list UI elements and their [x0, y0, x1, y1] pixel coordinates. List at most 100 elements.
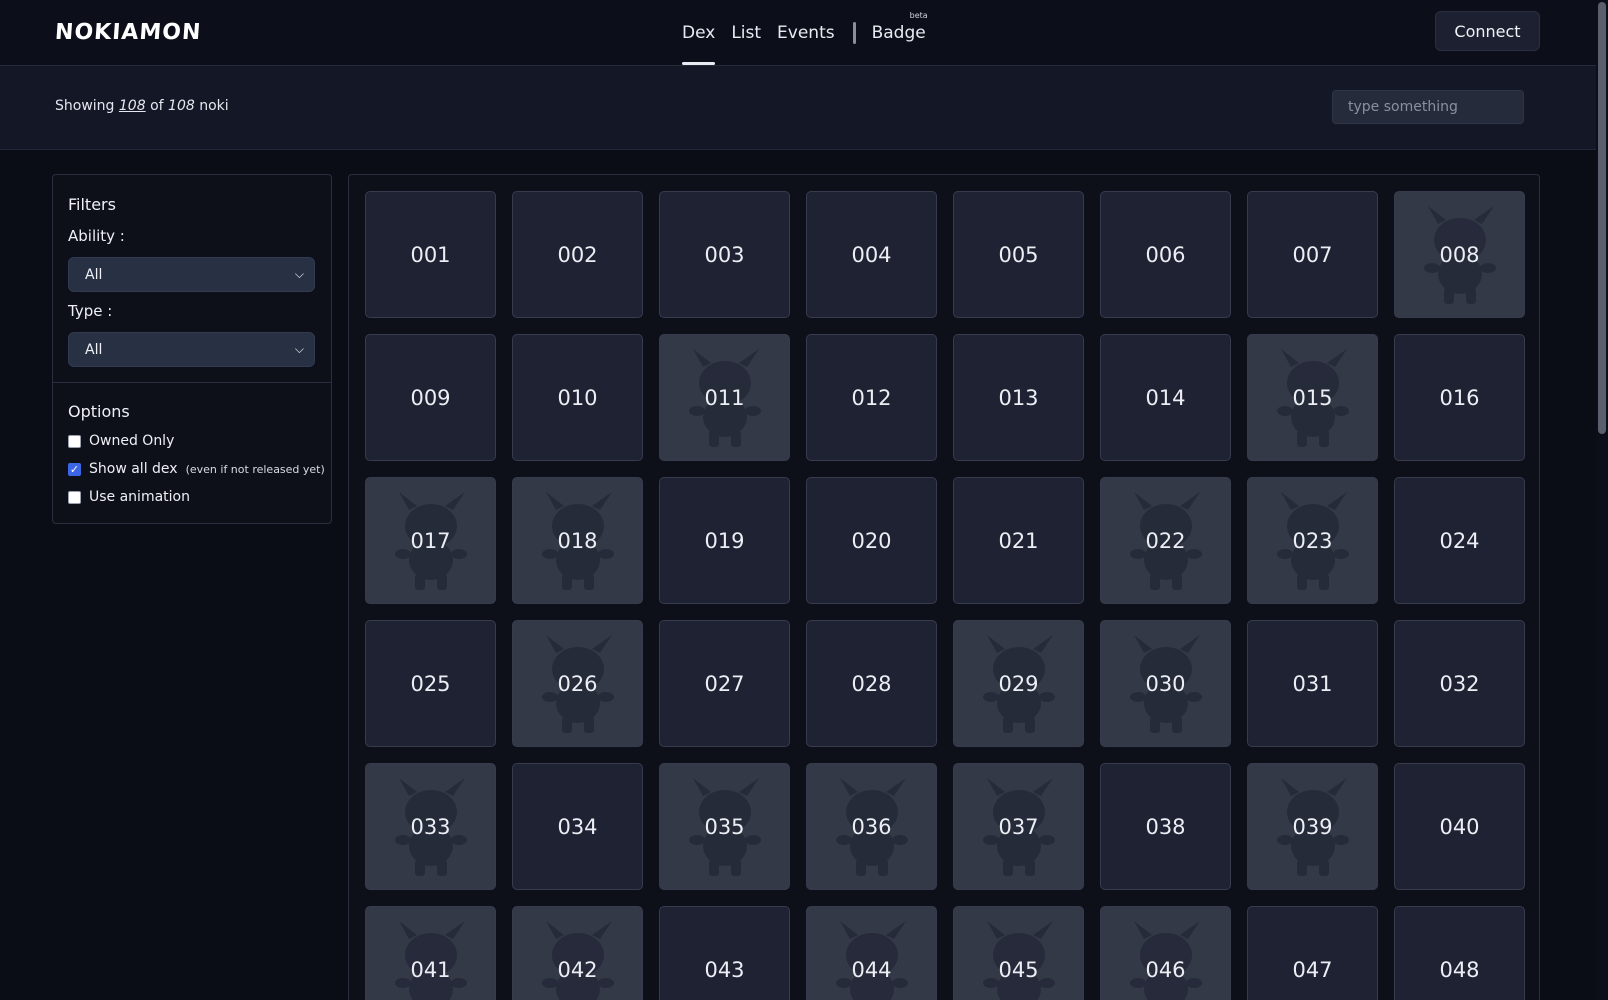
- type-label: Type :: [68, 302, 113, 320]
- dex-card[interactable]: 010: [512, 334, 643, 461]
- connect-button[interactable]: Connect: [1435, 11, 1540, 51]
- dex-card-number: 041: [410, 957, 451, 982]
- dex-card[interactable]: 019: [659, 477, 790, 604]
- dex-card[interactable]: 035: [659, 763, 790, 890]
- option-owned-only[interactable]: Owned Only: [68, 433, 174, 449]
- filters-title: Filters: [68, 195, 116, 214]
- dex-card-number: 030: [1145, 671, 1186, 696]
- dex-card[interactable]: 022: [1100, 477, 1231, 604]
- nav-badge[interactable]: Badge beta: [871, 0, 928, 66]
- use-animation-checkbox[interactable]: [68, 490, 81, 504]
- dex-card[interactable]: 040: [1394, 763, 1525, 890]
- results-count: Showing 108 of 108 noki: [55, 98, 229, 114]
- dex-card[interactable]: 006: [1100, 191, 1231, 318]
- beta-tag: beta: [909, 11, 928, 20]
- dex-card[interactable]: 029: [953, 620, 1084, 747]
- dex-card[interactable]: 047: [1247, 906, 1378, 1000]
- dex-card[interactable]: 009: [365, 334, 496, 461]
- ability-select[interactable]: All ⌵: [68, 257, 315, 292]
- of-word: of: [150, 98, 164, 114]
- dex-card-number: 005: [998, 242, 1039, 267]
- dex-card-number: 008: [1439, 242, 1480, 267]
- dex-card[interactable]: 015: [1247, 334, 1378, 461]
- dex-card[interactable]: 046: [1100, 906, 1231, 1000]
- dex-card[interactable]: 031: [1247, 620, 1378, 747]
- dex-card[interactable]: 025: [365, 620, 496, 747]
- dex-card[interactable]: 030: [1100, 620, 1231, 747]
- results-bar: Showing 108 of 108 noki: [0, 66, 1596, 150]
- dex-card[interactable]: 044: [806, 906, 937, 1000]
- dex-grid-panel: 001 002 003 004 005 006 007 008 009 010 011 012 013 0…: [348, 174, 1540, 1000]
- dex-card-number: 032: [1439, 671, 1480, 696]
- option-show-all-dex[interactable]: Show all dex (even if not released yet): [68, 461, 325, 477]
- dex-card-number: 007: [1292, 242, 1333, 267]
- dex-card[interactable]: 045: [953, 906, 1084, 1000]
- page: NOKIAMON Dex List Events Badge beta Conn…: [0, 0, 1608, 1000]
- dex-card[interactable]: 033: [365, 763, 496, 890]
- dex-card[interactable]: 043: [659, 906, 790, 1000]
- dex-card[interactable]: 013: [953, 334, 1084, 461]
- page-scrollbar[interactable]: [1596, 0, 1608, 1000]
- dex-card[interactable]: 014: [1100, 334, 1231, 461]
- nav-badge-label: Badge: [871, 23, 926, 43]
- search-input[interactable]: [1332, 90, 1524, 124]
- dex-card[interactable]: 011: [659, 334, 790, 461]
- dex-card[interactable]: 039: [1247, 763, 1378, 890]
- dex-card-number: 048: [1439, 957, 1480, 982]
- dex-card[interactable]: 021: [953, 477, 1084, 604]
- dex-card[interactable]: 017: [365, 477, 496, 604]
- owned-only-checkbox[interactable]: [68, 434, 81, 448]
- dex-card[interactable]: 008: [1394, 191, 1525, 318]
- dex-card[interactable]: 034: [512, 763, 643, 890]
- dex-card[interactable]: 041: [365, 906, 496, 1000]
- dex-card[interactable]: 038: [1100, 763, 1231, 890]
- chevron-down-icon: ⌵: [294, 267, 304, 281]
- chevron-down-icon: ⌵: [294, 342, 304, 356]
- dex-card-number: 018: [557, 528, 598, 553]
- dex-card-number: 017: [410, 528, 451, 553]
- logo[interactable]: NOKIAMON: [54, 18, 202, 46]
- dex-grid: 001 002 003 004 005 006 007 008 009 010 011 012 013 0…: [365, 191, 1525, 1000]
- type-select[interactable]: All ⌵: [68, 332, 315, 367]
- dex-card[interactable]: 003: [659, 191, 790, 318]
- type-select-value: All: [85, 341, 103, 358]
- dex-card-number: 024: [1439, 528, 1480, 553]
- dex-card-number: 020: [851, 528, 892, 553]
- option-use-animation[interactable]: Use animation: [68, 489, 190, 505]
- dex-card-number: 027: [704, 671, 745, 696]
- dex-card-number: 026: [557, 671, 598, 696]
- main-nav: Dex List Events Badge beta: [682, 0, 942, 66]
- dex-card[interactable]: 012: [806, 334, 937, 461]
- dex-card[interactable]: 042: [512, 906, 643, 1000]
- nav-list[interactable]: List: [731, 0, 761, 66]
- dex-card[interactable]: 048: [1394, 906, 1525, 1000]
- dex-card[interactable]: 027: [659, 620, 790, 747]
- dex-card[interactable]: 024: [1394, 477, 1525, 604]
- dex-card[interactable]: 018: [512, 477, 643, 604]
- dex-card[interactable]: 037: [953, 763, 1084, 890]
- dex-card[interactable]: 023: [1247, 477, 1378, 604]
- dex-card-number: 009: [410, 385, 451, 410]
- options-title: Options: [68, 402, 130, 421]
- dex-card[interactable]: 005: [953, 191, 1084, 318]
- nav-dex[interactable]: Dex: [682, 0, 716, 66]
- dex-card[interactable]: 016: [1394, 334, 1525, 461]
- show-all-dex-checkbox[interactable]: [68, 462, 81, 476]
- dex-card[interactable]: 002: [512, 191, 643, 318]
- dex-card-number: 016: [1439, 385, 1480, 410]
- dex-card[interactable]: 020: [806, 477, 937, 604]
- dex-card[interactable]: 007: [1247, 191, 1378, 318]
- dex-card[interactable]: 036: [806, 763, 937, 890]
- dex-card-number: 044: [851, 957, 892, 982]
- dex-card[interactable]: 001: [365, 191, 496, 318]
- show-all-dex-note: (even if not released yet): [185, 462, 325, 476]
- dex-card-number: 031: [1292, 671, 1333, 696]
- dex-card[interactable]: 026: [512, 620, 643, 747]
- dex-card[interactable]: 032: [1394, 620, 1525, 747]
- scrollbar-thumb[interactable]: [1598, 2, 1606, 434]
- dex-card-number: 014: [1145, 385, 1186, 410]
- dex-card[interactable]: 028: [806, 620, 937, 747]
- nav-events[interactable]: Events: [777, 0, 835, 66]
- showing-prefix: Showing: [55, 98, 115, 114]
- dex-card[interactable]: 004: [806, 191, 937, 318]
